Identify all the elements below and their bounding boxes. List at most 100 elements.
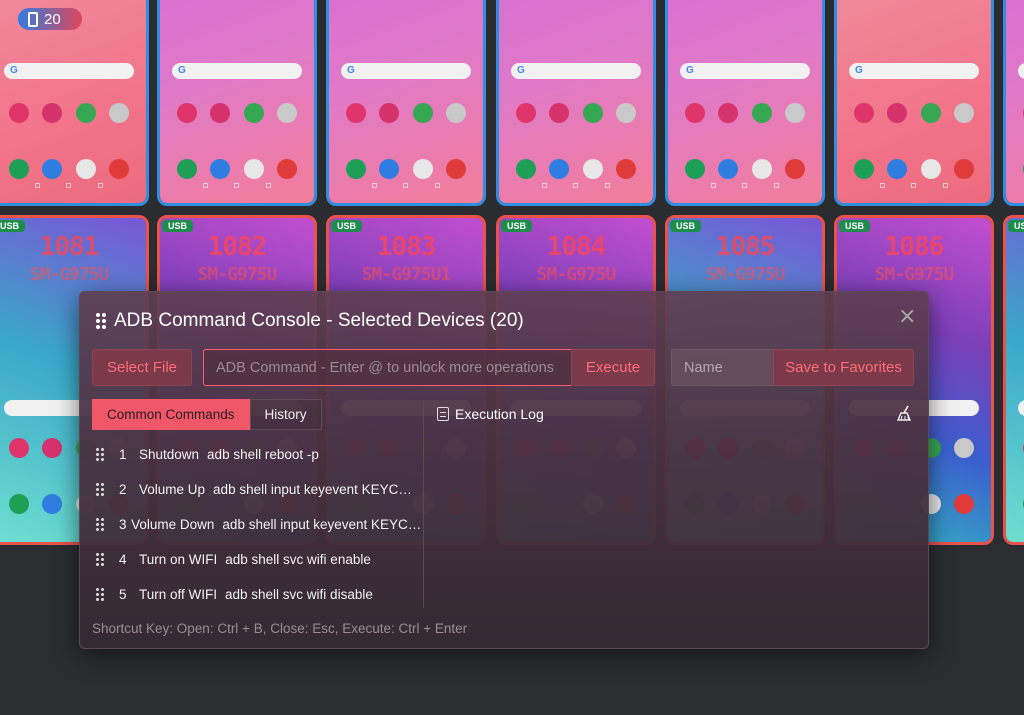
app-icon-row bbox=[1016, 159, 1024, 179]
device-screen-tile[interactable]: USB bbox=[1003, 215, 1024, 545]
command-index: 5 bbox=[119, 587, 127, 602]
app-icon bbox=[954, 494, 975, 514]
console-title-bar[interactable]: ADB Command Console - Selected Devices (… bbox=[96, 310, 524, 332]
list-item[interactable]: 2 Volume Up adb shell input keyevent KEY… bbox=[92, 472, 422, 507]
app-icon bbox=[853, 103, 874, 123]
app-icon bbox=[954, 103, 975, 123]
app-icon bbox=[379, 159, 400, 179]
list-item[interactable]: 1 Shutdown adb shell reboot -p bbox=[92, 437, 422, 472]
app-icon bbox=[785, 103, 806, 123]
adb-command-input[interactable] bbox=[203, 349, 572, 386]
execution-log-title: Execution Log bbox=[455, 406, 544, 422]
google-icon: G bbox=[855, 65, 863, 76]
app-icon bbox=[920, 159, 941, 179]
command-index: 3 bbox=[119, 517, 127, 532]
console-title: ADB Command Console - Selected Devices (… bbox=[114, 310, 524, 331]
usb-tag: USB bbox=[331, 220, 363, 232]
nav-bar bbox=[22, 183, 116, 189]
app-icon bbox=[446, 159, 467, 179]
device-screen: G bbox=[329, 0, 483, 203]
app-icon bbox=[412, 159, 433, 179]
app-icon bbox=[345, 103, 366, 123]
device-count: 20 bbox=[44, 10, 61, 28]
device-screen-tile[interactable]: G bbox=[1003, 0, 1024, 206]
device-screen bbox=[1006, 218, 1024, 542]
app-icon bbox=[549, 103, 570, 123]
drag-handle-icon[interactable] bbox=[96, 553, 104, 566]
device-screen-tile[interactable]: G bbox=[0, 0, 149, 206]
app-icon bbox=[277, 159, 298, 179]
app-icon bbox=[109, 159, 130, 179]
app-icon bbox=[8, 159, 29, 179]
google-search-bar: G bbox=[341, 63, 471, 79]
usb-tag: USB bbox=[162, 220, 194, 232]
app-icon-row bbox=[339, 159, 473, 179]
app-icon bbox=[751, 103, 772, 123]
drag-handle-icon[interactable] bbox=[96, 483, 104, 496]
common-commands-list: 1 Shutdown adb shell reboot -p 2 Volume … bbox=[92, 437, 422, 612]
list-item[interactable]: 5 Turn off WIFI adb shell svc wifi disab… bbox=[92, 577, 422, 612]
app-icon bbox=[515, 159, 536, 179]
device-model: SM-G975U bbox=[29, 264, 110, 285]
app-icon bbox=[616, 103, 637, 123]
app-icon bbox=[954, 159, 975, 179]
command-name: Volume Up bbox=[139, 482, 206, 497]
app-icon bbox=[582, 159, 603, 179]
tab-history[interactable]: History bbox=[249, 399, 322, 430]
google-search-bar: G bbox=[680, 63, 810, 79]
google-icon: G bbox=[347, 65, 355, 76]
device-screen-tile[interactable]: G bbox=[834, 0, 994, 206]
document-icon bbox=[437, 407, 449, 421]
drag-handle-icon[interactable] bbox=[96, 313, 106, 329]
tab-common-commands[interactable]: Common Commands bbox=[92, 399, 250, 430]
app-icon bbox=[210, 103, 231, 123]
device-screen-tile[interactable]: G bbox=[496, 0, 656, 206]
nav-bar bbox=[529, 183, 623, 189]
panel-divider bbox=[423, 400, 424, 608]
usb-tag: USB bbox=[1008, 220, 1024, 232]
command-index: 1 bbox=[119, 447, 127, 462]
drag-handle-icon[interactable] bbox=[96, 518, 104, 531]
app-icon-row bbox=[509, 159, 643, 179]
list-item[interactable]: 3 Volume Down adb shell input keyevent K… bbox=[92, 507, 422, 542]
command-name: Turn off WIFI bbox=[139, 587, 218, 602]
clear-log-icon[interactable] bbox=[896, 404, 914, 422]
app-icon-row bbox=[678, 103, 812, 123]
app-icon bbox=[887, 159, 908, 179]
app-icon-row bbox=[509, 103, 643, 123]
app-icon bbox=[8, 494, 29, 514]
drag-handle-icon[interactable] bbox=[96, 448, 104, 461]
app-icon-row bbox=[170, 103, 304, 123]
nav-bar bbox=[867, 183, 961, 189]
list-item[interactable]: 4 Turn on WIFI adb shell svc wifi enable bbox=[92, 542, 422, 577]
app-icon bbox=[751, 159, 772, 179]
device-screen-tile[interactable]: G bbox=[665, 0, 825, 206]
google-search-bar: G bbox=[172, 63, 302, 79]
command-name: Turn on WIFI bbox=[139, 552, 218, 567]
favorite-name-input[interactable] bbox=[671, 349, 774, 386]
app-icon bbox=[718, 159, 739, 179]
device-count-badge[interactable]: 20 bbox=[18, 8, 82, 30]
app-icon bbox=[75, 103, 96, 123]
device-model: SM-G975U1 bbox=[361, 264, 452, 285]
device-number: 1084 bbox=[546, 232, 607, 262]
app-icon bbox=[379, 103, 400, 123]
device-number: 1086 bbox=[884, 232, 945, 262]
nav-bar bbox=[190, 183, 284, 189]
device-screen-tile[interactable]: G bbox=[157, 0, 317, 206]
execute-button[interactable]: Execute bbox=[571, 349, 655, 386]
select-file-button[interactable]: Select File bbox=[92, 349, 192, 386]
device-model: SM-G975U bbox=[705, 264, 786, 285]
usb-tag: USB bbox=[501, 220, 533, 232]
device-screen-tile[interactable]: G bbox=[326, 0, 486, 206]
app-icon bbox=[8, 103, 29, 123]
usb-tag: USB bbox=[670, 220, 702, 232]
app-icon bbox=[75, 159, 96, 179]
command-text: adb shell input keyevent KEYCODE_VOLUME_… bbox=[222, 517, 422, 532]
save-to-favorites-button[interactable]: Save to Favorites bbox=[773, 349, 914, 386]
app-icon-row bbox=[339, 103, 473, 123]
app-icon bbox=[109, 103, 130, 123]
drag-handle-icon[interactable] bbox=[96, 588, 104, 601]
close-icon[interactable]: × bbox=[898, 306, 916, 328]
device-screen: G bbox=[499, 0, 653, 203]
